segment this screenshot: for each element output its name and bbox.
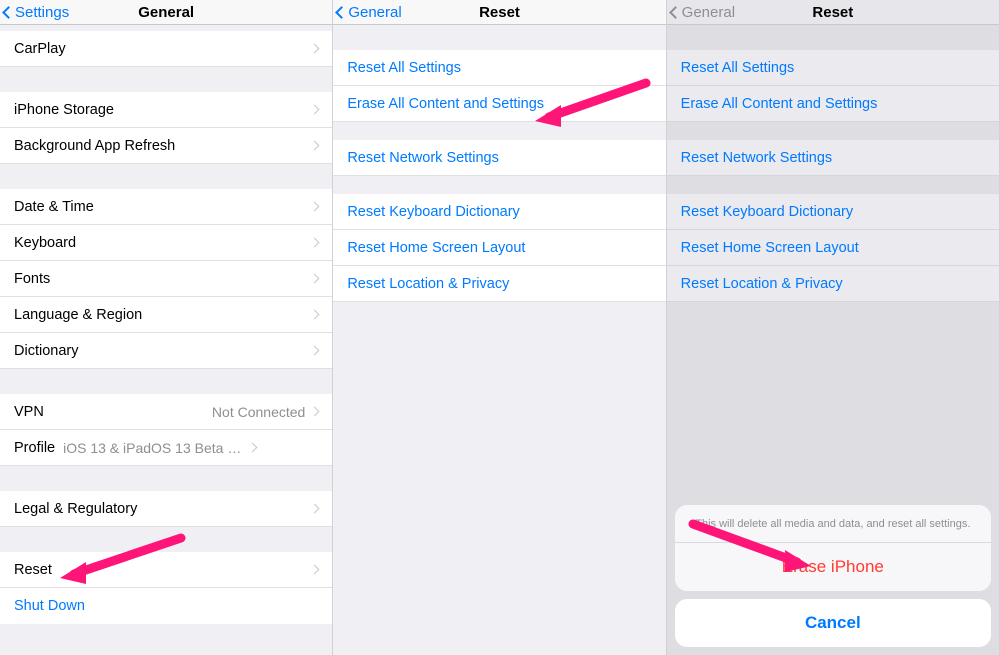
- panel-reset: General Reset Reset All Settings Erase A…: [333, 0, 666, 655]
- row-label: Legal & Regulatory: [14, 501, 311, 517]
- nav-bar: General Reset: [667, 0, 999, 25]
- row-value: iOS 13 & iPadOS 13 Beta Software Pr...: [63, 440, 243, 456]
- row-label: Reset Network Settings: [681, 150, 985, 166]
- back-button-general: General: [671, 4, 735, 21]
- back-button-general[interactable]: General: [337, 4, 401, 21]
- chevron-left-icon: [2, 6, 15, 19]
- chevron-right-icon: [310, 105, 320, 115]
- row-label: Reset All Settings: [681, 60, 985, 76]
- chevron-right-icon: [310, 202, 320, 212]
- spacer: [667, 25, 999, 50]
- row-label: iPhone Storage: [14, 102, 311, 118]
- row-value: Not Connected: [212, 404, 305, 420]
- spacer: [667, 122, 999, 140]
- row-label: Reset Home Screen Layout: [681, 240, 985, 256]
- row-label: Reset Network Settings: [347, 150, 651, 166]
- row-label: Reset Home Screen Layout: [347, 240, 651, 256]
- chevron-right-icon: [310, 141, 320, 151]
- action-sheet: This will delete all media and data, and…: [675, 505, 991, 647]
- nav-title: Reset: [812, 4, 853, 21]
- row-reset-home-screen: Reset Home Screen Layout: [667, 230, 999, 266]
- row-label: Language & Region: [14, 307, 311, 323]
- row-profile[interactable]: Profile iOS 13 & iPadOS 13 Beta Software…: [0, 430, 332, 466]
- chevron-right-icon: [310, 310, 320, 320]
- row-background-app-refresh[interactable]: Background App Refresh: [0, 128, 332, 164]
- row-reset-location-privacy: Reset Location & Privacy: [667, 266, 999, 302]
- back-label: General: [348, 4, 401, 21]
- row-label: Background App Refresh: [14, 138, 311, 154]
- row-erase-all-content: Erase All Content and Settings: [667, 86, 999, 122]
- row-reset-network-settings: Reset Network Settings: [667, 140, 999, 176]
- nav-bar: Settings General: [0, 0, 332, 25]
- nav-title: Reset: [479, 4, 520, 21]
- spacer: [0, 527, 332, 552]
- row-label: Reset: [14, 562, 311, 578]
- row-label: Shut Down: [14, 598, 318, 614]
- spacer: [0, 369, 332, 394]
- row-reset-all-settings[interactable]: Reset All Settings: [333, 50, 665, 86]
- row-language-region[interactable]: Language & Region: [0, 297, 332, 333]
- row-label: Date & Time: [14, 199, 311, 215]
- nav-bar: General Reset: [333, 0, 665, 25]
- spacer: [333, 122, 665, 140]
- row-label: CarPlay: [14, 41, 311, 57]
- row-label: Dictionary: [14, 343, 311, 359]
- chevron-right-icon: [310, 407, 320, 417]
- row-reset-home-screen[interactable]: Reset Home Screen Layout: [333, 230, 665, 266]
- row-label: Reset Keyboard Dictionary: [347, 204, 651, 220]
- row-label: Erase All Content and Settings: [347, 96, 651, 112]
- row-label: Reset All Settings: [347, 60, 651, 76]
- row-label: Reset Keyboard Dictionary: [681, 204, 985, 220]
- spacer: [0, 67, 332, 92]
- row-label: Fonts: [14, 271, 311, 287]
- row-label: Keyboard: [14, 235, 311, 251]
- spacer: [333, 25, 665, 50]
- chevron-right-icon: [310, 565, 320, 575]
- chevron-right-icon: [310, 504, 320, 514]
- chevron-left-icon: [335, 6, 348, 19]
- spacer: [0, 164, 332, 189]
- row-date-time[interactable]: Date & Time: [0, 189, 332, 225]
- chevron-left-icon: [669, 6, 682, 19]
- row-keyboard[interactable]: Keyboard: [0, 225, 332, 261]
- row-vpn[interactable]: VPN Not Connected: [0, 394, 332, 430]
- action-sheet-message: This will delete all media and data, and…: [675, 505, 991, 543]
- row-reset-location-privacy[interactable]: Reset Location & Privacy: [333, 266, 665, 302]
- chevron-right-icon: [310, 346, 320, 356]
- row-label: VPN: [14, 404, 212, 420]
- action-sheet-card: This will delete all media and data, and…: [675, 505, 991, 591]
- row-reset-network-settings[interactable]: Reset Network Settings: [333, 140, 665, 176]
- back-label: Settings: [15, 4, 69, 21]
- back-label: General: [682, 4, 735, 21]
- chevron-right-icon: [310, 238, 320, 248]
- spacer: [667, 176, 999, 194]
- row-reset-all-settings: Reset All Settings: [667, 50, 999, 86]
- chevron-right-icon: [248, 443, 258, 453]
- chevron-right-icon: [310, 274, 320, 284]
- spacer: [333, 176, 665, 194]
- chevron-right-icon: [310, 44, 320, 54]
- panel-general: Settings General CarPlay iPhone Storage …: [0, 0, 333, 655]
- nav-title: General: [138, 4, 194, 21]
- row-legal-regulatory[interactable]: Legal & Regulatory: [0, 491, 332, 527]
- row-reset-keyboard-dictionary[interactable]: Reset Keyboard Dictionary: [333, 194, 665, 230]
- row-iphone-storage[interactable]: iPhone Storage: [0, 92, 332, 128]
- row-dictionary[interactable]: Dictionary: [0, 333, 332, 369]
- cancel-card: Cancel: [675, 599, 991, 647]
- cancel-button[interactable]: Cancel: [675, 599, 991, 647]
- row-fonts[interactable]: Fonts: [0, 261, 332, 297]
- row-label: Profile: [14, 440, 55, 456]
- panel-reset-confirm: General Reset Reset All Settings Erase A…: [667, 0, 1000, 655]
- row-label: Reset Location & Privacy: [347, 276, 651, 292]
- row-carplay[interactable]: CarPlay: [0, 31, 332, 67]
- spacer: [0, 466, 332, 491]
- row-erase-all-content[interactable]: Erase All Content and Settings: [333, 86, 665, 122]
- row-reset-keyboard-dictionary: Reset Keyboard Dictionary: [667, 194, 999, 230]
- row-label: Reset Location & Privacy: [681, 276, 985, 292]
- row-reset[interactable]: Reset: [0, 552, 332, 588]
- back-button-settings[interactable]: Settings: [4, 4, 69, 21]
- row-shut-down[interactable]: Shut Down: [0, 588, 332, 624]
- row-label: Erase All Content and Settings: [681, 96, 985, 112]
- erase-iphone-button[interactable]: Erase iPhone: [675, 543, 991, 591]
